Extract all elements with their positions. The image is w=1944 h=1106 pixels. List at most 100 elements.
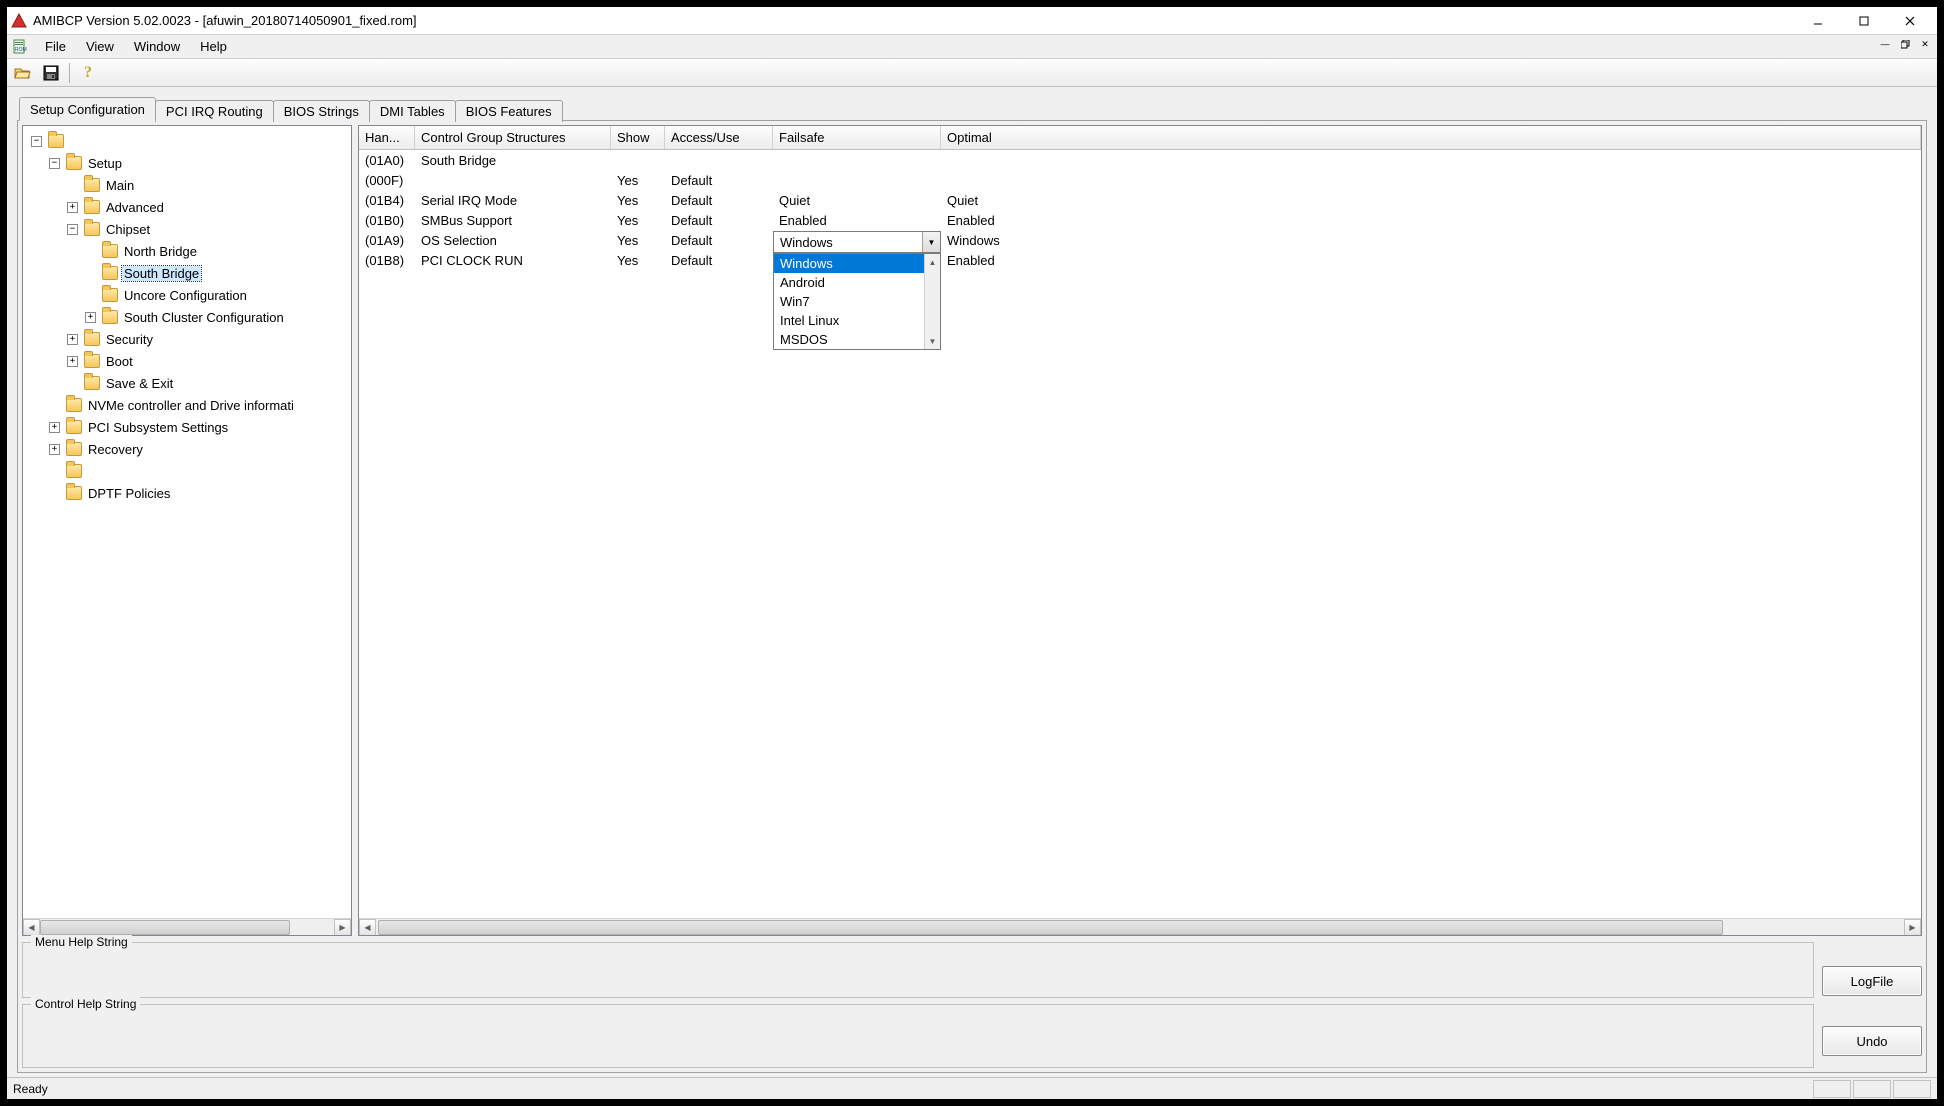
cell-access: Default xyxy=(665,232,773,249)
tree-hscrollbar[interactable]: ◀ ▶ xyxy=(23,918,351,935)
tree-boot[interactable]: +Boot xyxy=(65,350,349,372)
combo-option[interactable]: Android xyxy=(774,273,940,292)
cell-han: (01B8) xyxy=(359,252,415,269)
scroll-left-icon[interactable]: ◀ xyxy=(359,919,376,936)
tree-main[interactable]: Main xyxy=(65,174,349,196)
menu-view[interactable]: View xyxy=(76,37,124,56)
cell-cgs xyxy=(415,179,611,181)
table-row[interactable]: (000F) Yes Default xyxy=(359,170,1921,190)
mdi-restore-button[interactable] xyxy=(1895,35,1915,53)
groupbox-legend: Control Help String xyxy=(31,997,140,1011)
tree-label: Setup xyxy=(86,156,124,171)
folder-icon xyxy=(84,178,100,192)
close-button[interactable] xyxy=(1887,7,1933,35)
cell-han: (01A9) xyxy=(359,232,415,249)
cell-failsafe: Quiet xyxy=(773,192,941,209)
tab-dmi-tables[interactable]: DMI Tables xyxy=(369,100,456,122)
tab-pci-irq-routing[interactable]: PCI IRQ Routing xyxy=(155,100,274,122)
cell-show: Yes xyxy=(611,172,665,189)
combo-option[interactable]: Windows xyxy=(774,254,940,273)
table-row[interactable]: (01B4) Serial IRQ Mode Yes Default Quiet… xyxy=(359,190,1921,210)
expander-icon[interactable]: + xyxy=(67,334,78,345)
tree-nvme[interactable]: NVMe controller and Drive informati xyxy=(47,394,349,416)
expander-icon[interactable]: + xyxy=(49,422,60,433)
cell-show: Yes xyxy=(611,232,665,249)
tree-recovery[interactable]: +Recovery xyxy=(47,438,349,460)
table-row[interactable]: (01A0) South Bridge xyxy=(359,150,1921,170)
table-row[interactable]: (01A9) OS Selection Yes Default Windows xyxy=(359,230,1921,250)
toolbar-save-button[interactable] xyxy=(39,62,63,84)
col-header-han[interactable]: Han... xyxy=(359,126,415,149)
cell-han: (01B4) xyxy=(359,192,415,209)
setup-tree[interactable]: − − Setup xyxy=(23,126,351,918)
grid-body[interactable]: (01A0) South Bridge (000F) Yes Default xyxy=(359,150,1921,918)
grid-hscrollbar[interactable]: ◀ ▶ xyxy=(359,918,1921,935)
tree-advanced[interactable]: +Advanced xyxy=(65,196,349,218)
toolbar-open-button[interactable] xyxy=(11,62,35,84)
table-row[interactable]: (01B8) PCI CLOCK RUN Yes Default Enabled xyxy=(359,250,1921,270)
scroll-right-icon[interactable]: ▶ xyxy=(334,919,351,936)
tree-label: South Cluster Configuration xyxy=(122,310,286,325)
combo-option[interactable]: Win7 xyxy=(774,292,940,311)
tree-save-exit[interactable]: Save & Exit xyxy=(65,372,349,394)
tabstrip: Setup Configuration PCI IRQ Routing BIOS… xyxy=(17,97,1927,121)
col-header-optimal[interactable]: Optimal xyxy=(941,126,1921,149)
tree-dptf[interactable]: DPTF Policies xyxy=(47,482,349,504)
menu-window[interactable]: Window xyxy=(124,37,190,56)
expander-icon[interactable]: − xyxy=(49,158,60,169)
combo-option[interactable]: MSDOS xyxy=(774,330,940,349)
tree-label: DPTF Policies xyxy=(86,486,172,501)
combo-dropdown-button[interactable]: ▼ xyxy=(922,232,940,252)
tree-south-cluster[interactable]: + South Cluster Configuration xyxy=(83,306,349,328)
combo-option[interactable]: Intel Linux xyxy=(774,311,940,330)
maximize-button[interactable] xyxy=(1841,7,1887,35)
scroll-right-icon[interactable]: ▶ xyxy=(1904,919,1921,936)
scroll-left-icon[interactable]: ◀ xyxy=(23,919,40,936)
minimize-button[interactable] xyxy=(1795,7,1841,35)
expander-icon[interactable]: + xyxy=(49,444,60,455)
tree-pci-subsystem[interactable]: + PCI Subsystem Settings xyxy=(47,416,349,438)
tab-setup-configuration[interactable]: Setup Configuration xyxy=(19,97,156,121)
menu-file[interactable]: File xyxy=(35,37,76,56)
cell-failsafe xyxy=(773,159,941,161)
menu-help[interactable]: Help xyxy=(190,37,237,56)
tree-security[interactable]: +Security xyxy=(65,328,349,350)
table-row[interactable]: (01B0) SMBus Support Yes Default Enabled… xyxy=(359,210,1921,230)
cell-cgs: SMBus Support xyxy=(415,212,611,229)
tree-pane: − − Setup xyxy=(22,125,352,936)
grid-pane: Han... Control Group Structures Show Acc… xyxy=(358,125,1922,936)
combo-scrollbar[interactable]: ▲ ▼ xyxy=(924,254,940,349)
cell-show xyxy=(611,159,665,161)
expander-icon[interactable]: − xyxy=(31,136,42,147)
col-header-cgs[interactable]: Control Group Structures xyxy=(415,126,611,149)
folder-icon xyxy=(66,442,82,456)
tree-south-bridge[interactable]: South Bridge xyxy=(83,262,349,284)
tree-root[interactable]: − xyxy=(29,130,349,152)
tree-north-bridge[interactable]: North Bridge xyxy=(83,240,349,262)
tab-bios-strings[interactable]: BIOS Strings xyxy=(273,100,370,122)
undo-button[interactable]: Undo xyxy=(1822,1026,1922,1056)
scroll-up-icon[interactable]: ▲ xyxy=(925,254,940,270)
cell-failsafe xyxy=(773,179,941,181)
toolbar-help-button[interactable]: ? xyxy=(76,62,100,84)
mdi-close-button[interactable]: ✕ xyxy=(1915,35,1935,53)
tree-label: North Bridge xyxy=(122,244,199,259)
col-header-show[interactable]: Show xyxy=(611,126,665,149)
tree-blank[interactable] xyxy=(47,460,349,482)
logfile-button[interactable]: LogFile xyxy=(1822,966,1922,996)
expander-icon[interactable]: − xyxy=(67,224,78,235)
tree-setup[interactable]: − Setup xyxy=(47,152,349,174)
col-header-access[interactable]: Access/Use xyxy=(665,126,773,149)
failsafe-combo-list[interactable]: Windows Android Win7 Intel Linux MSDOS ▲… xyxy=(773,253,941,350)
scroll-down-icon[interactable]: ▼ xyxy=(925,333,940,349)
tree-uncore[interactable]: Uncore Configuration xyxy=(83,284,349,306)
expander-icon[interactable]: + xyxy=(67,202,78,213)
failsafe-combo[interactable]: Windows ▼ xyxy=(773,231,941,253)
tab-bios-features[interactable]: BIOS Features xyxy=(455,100,563,122)
tree-chipset[interactable]: −Chipset xyxy=(65,218,349,240)
expander-icon[interactable]: + xyxy=(85,312,96,323)
mdi-minimize-button[interactable]: — xyxy=(1875,35,1895,53)
tree-label: PCI Subsystem Settings xyxy=(86,420,230,435)
expander-icon[interactable]: + xyxy=(67,356,78,367)
col-header-failsafe[interactable]: Failsafe xyxy=(773,126,941,149)
